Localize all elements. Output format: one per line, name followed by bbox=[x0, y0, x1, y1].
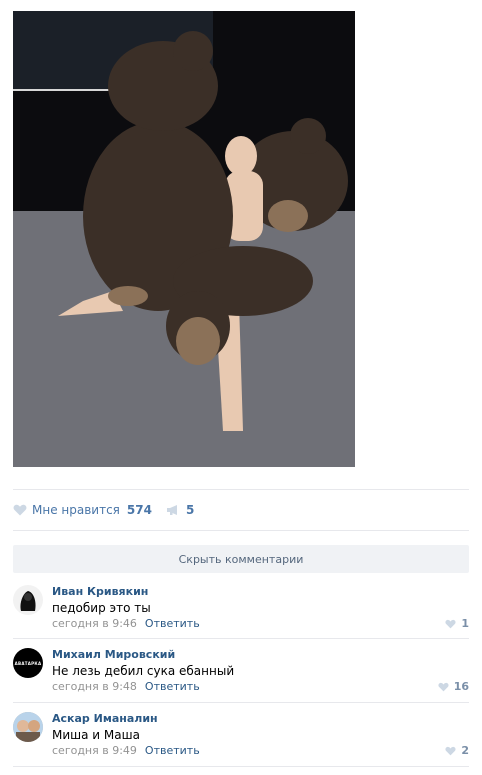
avatar[interactable]: АВАТАРКА bbox=[13, 648, 43, 678]
avatar-text: АВАТАРКА bbox=[14, 660, 42, 666]
comment-author[interactable]: Аскар Иманалин bbox=[52, 712, 158, 725]
comment-meta: сегодня в 9:46 Ответить bbox=[52, 617, 200, 630]
reply-button[interactable]: Ответить bbox=[145, 680, 200, 693]
comment-divider bbox=[13, 766, 469, 767]
reply-button[interactable]: Ответить bbox=[145, 617, 200, 630]
comment-item: Аскар Иманалин Миша и Маша сегодня в 9:4… bbox=[13, 712, 469, 772]
heart-icon bbox=[445, 746, 456, 755]
comment-like-button[interactable]: 1 bbox=[445, 617, 469, 630]
comment-item: АВАТАРКА Михаил Мировский Не лезь дебил … bbox=[13, 648, 469, 708]
like-button[interactable]: Мне нравится 574 bbox=[13, 503, 152, 517]
avatar[interactable] bbox=[13, 585, 43, 615]
comment-divider bbox=[13, 638, 469, 639]
avatar-image bbox=[13, 712, 43, 742]
post-photo[interactable] bbox=[13, 11, 355, 467]
share-count: 5 bbox=[185, 503, 195, 517]
hide-comments-button[interactable]: Скрыть комментарии bbox=[13, 545, 469, 573]
comment-like-count: 16 bbox=[453, 680, 469, 693]
comment-author[interactable]: Михаил Мировский bbox=[52, 648, 175, 661]
avatar[interactable] bbox=[13, 712, 43, 742]
comment-like-button[interactable]: 2 bbox=[445, 744, 469, 757]
comment-text: педобир это ты bbox=[52, 601, 151, 615]
comment-like-count: 1 bbox=[461, 617, 469, 630]
heart-icon bbox=[13, 504, 27, 516]
heart-icon bbox=[445, 619, 456, 628]
comment-author[interactable]: Иван Кривякин bbox=[52, 585, 148, 598]
comment-time[interactable]: сегодня в 9:49 bbox=[52, 744, 137, 757]
comment-like-count: 2 bbox=[461, 744, 469, 757]
post-actions: Мне нравится 574 5 bbox=[13, 500, 194, 520]
divider-top bbox=[13, 489, 469, 490]
comment-meta: сегодня в 9:48 Ответить bbox=[52, 680, 200, 693]
like-label: Мне нравится bbox=[32, 503, 120, 517]
avatar-image bbox=[20, 591, 36, 611]
like-count: 574 bbox=[126, 503, 152, 517]
heart-icon bbox=[438, 682, 449, 691]
comment-divider bbox=[13, 702, 469, 703]
comment-text: Не лезь дебил сука ебанный bbox=[52, 664, 235, 678]
comment-item: Иван Кривякин педобир это ты сегодня в 9… bbox=[13, 585, 469, 645]
comment-text: Миша и Маша bbox=[52, 728, 140, 742]
divider-bottom bbox=[13, 530, 469, 531]
comment-time[interactable]: сегодня в 9:46 bbox=[52, 617, 137, 630]
comment-like-button[interactable]: 16 bbox=[438, 680, 469, 693]
photo-scene bbox=[58, 31, 348, 431]
comment-meta: сегодня в 9:49 Ответить bbox=[52, 744, 200, 757]
megaphone-icon bbox=[166, 505, 177, 515]
comment-time[interactable]: сегодня в 9:48 bbox=[52, 680, 137, 693]
share-button[interactable]: 5 bbox=[166, 503, 194, 517]
reply-button[interactable]: Ответить bbox=[145, 744, 200, 757]
